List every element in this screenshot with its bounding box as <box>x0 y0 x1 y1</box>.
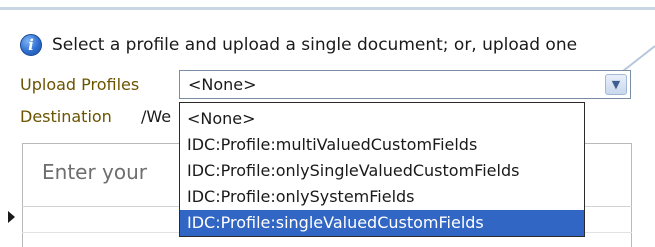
dropdown-option-highlighted[interactable]: IDC:Profile:singleValuedCustomFields <box>180 210 584 236</box>
dropdown-option[interactable]: IDC:Profile:onlySingleValuedCustomFields <box>180 158 584 184</box>
callout-pointer <box>622 45 655 72</box>
chevron-down-icon[interactable]: ▼ <box>605 74 627 95</box>
info-text: Select a profile and upload a single doc… <box>52 35 578 55</box>
expand-arrow-icon[interactable] <box>8 211 15 223</box>
top-divider <box>0 7 655 10</box>
editor-placeholder[interactable]: Enter your <box>42 160 147 184</box>
info-message: i Select a profile and upload a single d… <box>20 33 577 57</box>
upload-profiles-dropdown-list[interactable]: <None> IDC:Profile:multiValuedCustomFiel… <box>179 102 585 237</box>
upload-profiles-label: Upload Profiles <box>20 75 140 94</box>
upload-profiles-selected-value: <None> <box>188 75 257 94</box>
info-icon: i <box>20 34 42 56</box>
dropdown-option[interactable]: IDC:Profile:onlySystemFields <box>180 184 584 210</box>
destination-value: /We <box>141 107 172 126</box>
dropdown-option[interactable]: IDC:Profile:multiValuedCustomFields <box>180 132 584 158</box>
upload-profiles-select[interactable]: <None> ▼ <box>179 70 631 99</box>
dropdown-option[interactable]: <None> <box>180 106 584 132</box>
destination-label: Destination <box>20 107 112 126</box>
